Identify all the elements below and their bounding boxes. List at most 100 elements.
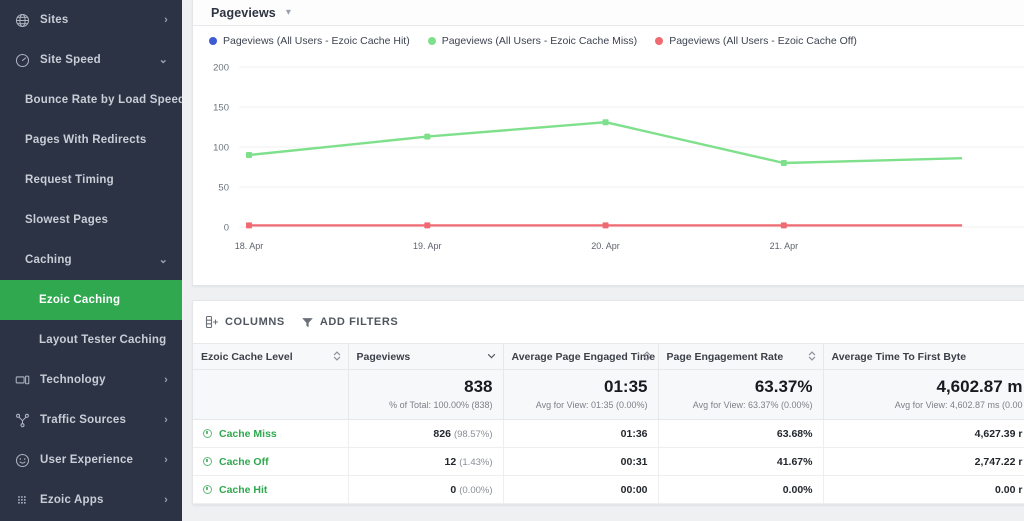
legend-color-dot xyxy=(209,37,217,45)
table-column-header[interactable]: Average Page Engaged Time xyxy=(503,343,659,370)
table-column-label: Average Time To First Byte xyxy=(831,350,967,363)
ttfb-cell: 0.00 r xyxy=(823,475,1024,504)
table-column-header[interactable]: Ezoic Cache Level xyxy=(193,343,349,370)
cache-level-cell[interactable]: Cache Off xyxy=(193,447,349,476)
engagement-rate-cell: 0.00% xyxy=(658,475,824,504)
info-circle-icon xyxy=(203,457,212,466)
summary-cell xyxy=(193,369,349,420)
smiley-icon xyxy=(12,450,32,470)
sidebar-item-caching[interactable]: Caching ⌄ xyxy=(0,240,182,280)
sort-updown-icon[interactable] xyxy=(333,350,341,363)
svg-text:100: 100 xyxy=(213,143,229,154)
sidebar-item-traffic-sources[interactable]: Traffic Sources › xyxy=(0,400,182,440)
chart-plot-area: 0 50 100 150 200 18. Apr 19. Apr 20. Apr 21. Apr xyxy=(193,53,1024,265)
cache-level-label: Cache Miss xyxy=(219,427,277,440)
pageviews-value: 12 xyxy=(444,455,457,468)
pageviews-cell: 826 (98.57%) xyxy=(348,419,504,448)
summary-cell: 838 % of Total: 100.00% (838) xyxy=(348,369,504,420)
table-column-header[interactable]: Pageviews xyxy=(348,343,504,370)
pageviews-cell: 12 (1.43%) xyxy=(348,447,504,476)
engagement-rate-cell: 63.68% xyxy=(658,419,824,448)
app-root: Sites › Site Speed ⌄ Bounce Rate by Load Spe… xyxy=(0,0,1024,521)
sidebar-item-label: Slowest Pages xyxy=(25,214,109,226)
sidebar-item-label: Technology xyxy=(40,374,106,386)
sidebar-item-slowest-pages[interactable]: Slowest Pages xyxy=(0,200,182,240)
columns-button[interactable]: COLUMNS xyxy=(205,315,285,329)
table-column-label: Pageviews xyxy=(356,350,411,363)
engaged-time-cell: 00:00 xyxy=(503,475,659,504)
sidebar-item-ezoic-apps[interactable]: Ezoic Apps › xyxy=(0,480,182,520)
svg-text:20. Apr: 20. Apr xyxy=(591,241,620,251)
table-row[interactable]: Cache Hit 0 (0.00%) 00:00 0.00% 0.00 r xyxy=(193,475,1024,504)
summary-subtext: Avg for View: 4,602.87 ms (0.00 xyxy=(894,399,1023,410)
table-summary-row: 838 % of Total: 100.00% (838) 01:35 Avg for… xyxy=(193,369,1024,420)
chart-card: Pageviews ▾ Pageviews (All Users - Ezoic… xyxy=(192,0,1024,286)
svg-text:0: 0 xyxy=(224,223,229,234)
legend-label: Pageviews (All Users - Ezoic Cache Off) xyxy=(669,35,857,47)
pageviews-percent: (0.00%) xyxy=(459,484,493,496)
table-summary: 838 % of Total: 100.00% (838) 01:35 Avg for… xyxy=(193,369,1024,420)
table-head: Ezoic Cache Level Pageviews Average Page E… xyxy=(193,343,1024,370)
columns-button-label: COLUMNS xyxy=(225,316,285,328)
add-filters-button[interactable]: ADD FILTERS xyxy=(301,316,399,329)
sidebar-item-label: Site Speed xyxy=(40,54,101,66)
sidebar-nav-list: Sites › Site Speed ⌄ Bounce Rate by Load Spe… xyxy=(0,0,182,520)
chevron-right-icon[interactable]: › xyxy=(164,454,168,466)
table-column-header[interactable]: Page Engagement Rate xyxy=(658,343,824,370)
cache-level-cell[interactable]: Cache Hit xyxy=(193,475,349,504)
chevron-right-icon[interactable]: › xyxy=(164,414,168,426)
summary-subtext: % of Total: 100.00% (838) xyxy=(389,399,493,410)
sidebar-item-user-experience[interactable]: User Experience › xyxy=(0,440,182,480)
sidebar-item-layout-tester-caching[interactable]: Layout Tester Caching xyxy=(0,320,182,360)
table-column-header[interactable]: Average Time To First Byte xyxy=(823,343,1024,370)
table-row[interactable]: Cache Miss 826 (98.57%) 01:36 63.68% 4,627.39… xyxy=(193,419,1024,448)
chart-metric-selector[interactable]: Pageviews ▾ xyxy=(193,0,1024,26)
sidebar-item-label: Ezoic Caching xyxy=(39,294,121,306)
sidebar-item-bounce-rate-by-load-speed[interactable]: Bounce Rate by Load Speed xyxy=(0,80,182,120)
sort-updown-icon[interactable] xyxy=(808,350,816,363)
pageviews-percent: (98.57%) xyxy=(453,428,493,440)
chevron-right-icon[interactable]: › xyxy=(164,374,168,386)
sidebar-item-label: Request Timing xyxy=(25,174,114,186)
sidebar-item-label: Sites xyxy=(40,14,69,26)
share-nodes-icon xyxy=(12,410,32,430)
summary-cell: 63.37% Avg for View: 63.37% (0.00%) xyxy=(658,369,824,420)
pageviews-cell: 0 (0.00%) xyxy=(348,475,504,504)
engagement-rate-cell: 41.67% xyxy=(658,447,824,476)
sidebar-item-technology[interactable]: Technology › xyxy=(0,360,182,400)
sidebar-item-label: Pages With Redirects xyxy=(25,134,147,146)
sidebar-item-request-timing[interactable]: Request Timing xyxy=(0,160,182,200)
svg-text:200: 200 xyxy=(213,63,229,74)
summary-value: 01:35 xyxy=(604,377,648,397)
table-row[interactable]: Cache Off 12 (1.43%) 00:31 41.67% 2,747.22 r xyxy=(193,447,1024,476)
globe-icon xyxy=(12,10,32,30)
legend-item[interactable]: Pageviews (All Users - Ezoic Cache Hit) xyxy=(209,35,410,47)
chart-metric-label: Pageviews xyxy=(211,5,276,20)
sidebar-item-label: Bounce Rate by Load Speed xyxy=(25,94,182,106)
cache-level-label: Cache Hit xyxy=(219,483,268,496)
summary-subtext: Avg for View: 63.37% (0.00%) xyxy=(692,399,813,410)
legend-label: Pageviews (All Users - Ezoic Cache Hit) xyxy=(223,35,410,47)
sidebar-item-ezoic-caching[interactable]: Ezoic Caching xyxy=(0,280,182,320)
chevron-down-icon[interactable]: ⌄ xyxy=(159,254,168,266)
summary-cell: 4,602.87 m Avg for View: 4,602.87 ms (0.0… xyxy=(823,369,1024,420)
chevron-down-icon[interactable] xyxy=(487,351,496,362)
sort-updown-icon[interactable] xyxy=(643,350,651,363)
chevron-right-icon[interactable]: › xyxy=(164,494,168,506)
sidebar-item-label: User Experience xyxy=(40,454,134,466)
ttfb-cell: 2,747.22 r xyxy=(823,447,1024,476)
cache-level-cell[interactable]: Cache Miss xyxy=(193,419,349,448)
chart-legend: Pageviews (All Users - Ezoic Cache Hit) P… xyxy=(193,26,1024,53)
chevron-down-icon[interactable]: ▾ xyxy=(286,7,291,18)
sidebar-item-site-speed[interactable]: Site Speed ⌄ xyxy=(0,40,182,80)
sidebar-item-pages-with-redirects[interactable]: Pages With Redirects xyxy=(0,120,182,160)
legend-item[interactable]: Pageviews (All Users - Ezoic Cache Miss) xyxy=(427,35,637,47)
legend-item[interactable]: Pageviews (All Users - Ezoic Cache Off) xyxy=(655,35,857,47)
chevron-right-icon[interactable]: › xyxy=(164,14,168,26)
chevron-down-icon[interactable]: ⌄ xyxy=(159,54,168,66)
engaged-time-cell: 00:31 xyxy=(503,447,659,476)
table-column-label: Ezoic Cache Level xyxy=(201,350,293,363)
grid-dots-icon xyxy=(12,490,32,510)
sidebar-item-sites[interactable]: Sites › xyxy=(0,0,182,40)
pageviews-percent: (1.43%) xyxy=(459,456,493,468)
